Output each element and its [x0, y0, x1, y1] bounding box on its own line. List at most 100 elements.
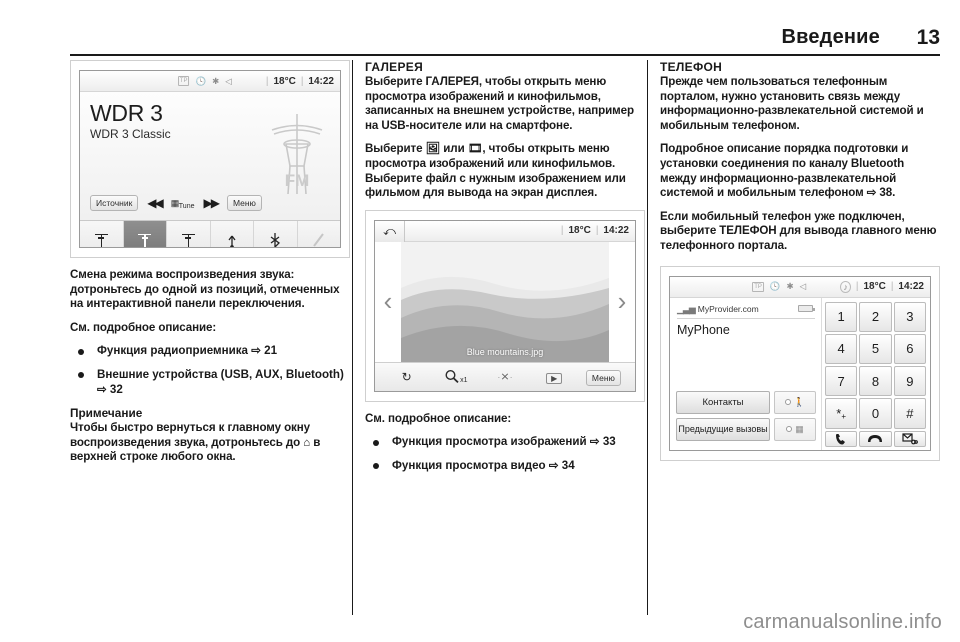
recent-calls-row: Предыдущие вызовы ▦ — [676, 417, 816, 441]
phone-quick-buttons: Контакты 🚶 Предыдущие вызовы ▦ — [676, 390, 816, 445]
battery-icon — [798, 304, 815, 312]
gallery-status-bar: ⤺ | 18°C | 14:22 — [375, 220, 635, 242]
recent-calls-button[interactable]: Предыдущие вызовы — [676, 417, 770, 441]
tab-aux[interactable]: AUX — [298, 221, 341, 247]
tp-icon: TP — [752, 281, 764, 292]
phone-name: MyPhone — [677, 322, 730, 337]
bullet-text: Функция просмотра видео — [392, 458, 546, 472]
tab-bluetooth[interactable]: Bluetooth — [254, 221, 298, 247]
cross-reference: ⇨ 21 — [251, 344, 278, 358]
page-title: Введение — [781, 26, 880, 48]
list-item: Функция радиоприемника ⇨ 21 — [70, 344, 350, 359]
gallery-toolbar: ↻ x1 ·⨯· ▶ Меню — [375, 361, 635, 391]
status-right-group: | 18°C | 14:22 — [561, 225, 629, 236]
phone-main-area: ▁▃▅ MyProvider.com MyPhone Контакты 🚶 Пр… — [670, 297, 930, 450]
mute-ringer-icon: 🚶 — [793, 396, 806, 407]
music-note-icon: ♪ — [840, 280, 851, 293]
column1-paragraph-1: Смена режима воспроизведения звука: дотр… — [70, 268, 340, 311]
provider-row: ▁▃▅ MyProvider.com — [677, 304, 815, 315]
key-8[interactable]: 8 — [859, 366, 892, 397]
fm-tower-logo: FM — [271, 114, 323, 195]
previous-image-button[interactable]: ‹ — [375, 242, 401, 362]
usb-icon — [226, 231, 238, 247]
key-6[interactable]: 6 — [893, 333, 926, 365]
clock-readout: 14:22 — [603, 225, 629, 237]
bullet-dot-icon — [78, 348, 84, 355]
gallery-menu-button[interactable]: Меню — [579, 369, 628, 386]
source-button[interactable]: Источник — [90, 195, 139, 211]
next-image-button[interactable]: › — [609, 242, 635, 362]
contacts-button[interactable]: Контакты — [676, 390, 770, 414]
header-divider — [70, 54, 940, 56]
phone-screen[interactable]: TP 🕓 ✱ ◁ ♪ | 18°C | 14:22 ▁▃▅ MyProvider… — [669, 275, 931, 451]
antenna-icon — [94, 231, 109, 248]
rotate-icon[interactable]: ↻ — [382, 370, 431, 384]
gallery-menu-label: Меню — [585, 369, 621, 386]
list-item: Внешние устройства (USB, AUX, Bluetooth)… — [70, 368, 350, 397]
key-star-sub: + — [841, 411, 847, 421]
bluetooth-icon — [269, 231, 281, 247]
gallery-screen[interactable]: ⤺ | 18°C | 14:22 ‹ Blue mountains.jpg › … — [374, 219, 636, 392]
key-0[interactable]: 0 — [859, 398, 892, 429]
info-divider — [677, 317, 815, 319]
key-1[interactable]: 1 — [825, 301, 858, 332]
tab-fm[interactable]: FM — [123, 221, 167, 248]
page-number: 13 — [916, 26, 940, 49]
tab-usb[interactable]: USB — [211, 221, 254, 247]
tune-icon[interactable]: ▦Tune — [171, 198, 195, 210]
status-right-group: ♪ | 18°C | 14:22 — [840, 280, 924, 293]
zoom-icon[interactable]: x1 — [431, 369, 480, 385]
back-arrow-icon[interactable]: ⤺ — [375, 220, 405, 242]
key-3[interactable]: 3 — [893, 301, 926, 332]
radio-screen[interactable]: TP 🕓 ✱ ◁ | 18°C | 14:22 WDR 3 WDR 3 Clas… — [79, 70, 341, 248]
status-separator-2: | — [890, 281, 894, 293]
column2-see-more: См. подробное описание: — [365, 411, 512, 425]
bullet-text: Внешние устройства (USB, AUX, Bluetooth) — [97, 367, 344, 381]
tune-label: Tune — [178, 202, 195, 210]
column-2: ГАЛЕРЕЯ Выберите ГАЛЕРЕЯ, чтобы открыть … — [365, 60, 645, 610]
key-hash[interactable]: # — [893, 398, 926, 429]
key-2[interactable]: 2 — [859, 301, 892, 332]
temperature-readout: 18°C — [863, 281, 886, 293]
key-4[interactable]: 4 — [825, 333, 858, 365]
column3-paragraph-2: Подробное описание порядка подготовки и … — [660, 142, 940, 200]
cross-reference: ⇨ 33 — [589, 435, 616, 449]
toggle-indicator — [786, 426, 793, 433]
menu-button[interactable]: Меню — [226, 195, 262, 211]
handset-toggle[interactable]: ▦ — [774, 417, 816, 441]
bullet-dot-icon — [78, 372, 84, 379]
slideshow-icon[interactable]: ▶ — [530, 370, 579, 384]
mute-ringer-toggle[interactable]: 🚶 — [774, 390, 816, 414]
next-track-icon[interactable]: ▶▶ — [203, 196, 220, 210]
voicemail-button[interactable] — [893, 430, 926, 447]
toggle-indicator — [784, 399, 791, 406]
brightness-icon[interactable]: ·⨯· — [480, 370, 529, 383]
call-button[interactable] — [825, 430, 858, 447]
clock-readout: 14:22 — [898, 281, 924, 293]
key-9[interactable]: 9 — [893, 366, 926, 397]
phone-section-title: ТЕЛЕФОН — [660, 60, 723, 74]
radio-status-bar: TP 🕓 ✱ ◁ | 18°C | 14:22 — [80, 71, 340, 92]
key-7[interactable]: 7 — [825, 366, 858, 397]
prev-track-icon[interactable]: ◀◀ — [147, 196, 164, 210]
tab-am[interactable]: AM — [80, 221, 124, 248]
key-star[interactable]: * + — [825, 398, 858, 429]
gallery-image[interactable]: Blue mountains.jpg — [401, 241, 609, 362]
clock-readout: 14:22 — [308, 75, 334, 87]
end-call-button[interactable] — [859, 430, 892, 447]
svg-text:FM: FM — [285, 171, 310, 190]
column-1: TP 🕓 ✱ ◁ | 18°C | 14:22 WDR 3 WDR 3 Clas… — [70, 60, 350, 610]
tp-icon: TP — [177, 76, 190, 86]
bluetooth-icon: ✱ — [786, 281, 794, 292]
phone-status-bar: TP 🕓 ✱ ◁ ♪ | 18°C | 14:22 — [670, 276, 930, 298]
bullet-dot-icon — [373, 463, 379, 470]
tab-dab[interactable]: DAB — [167, 221, 211, 247]
bullet-dot-icon — [373, 439, 379, 446]
list-item: Функция просмотра видео ⇨ 34 — [365, 459, 645, 474]
antenna-icon — [137, 231, 152, 248]
phone-screenshot-frame: TP 🕓 ✱ ◁ ♪ | 18°C | 14:22 ▁▃▅ MyProvider… — [660, 265, 940, 461]
column2-paragraph-2: Выберите 🖼 или 🎞, чтобы открыть меню про… — [365, 142, 626, 200]
key-5[interactable]: 5 — [859, 333, 892, 365]
temperature-readout: 18°C — [568, 225, 591, 237]
radio-controls: Источник ◀◀ ▦Tune ▶▶ Меню — [90, 195, 262, 211]
